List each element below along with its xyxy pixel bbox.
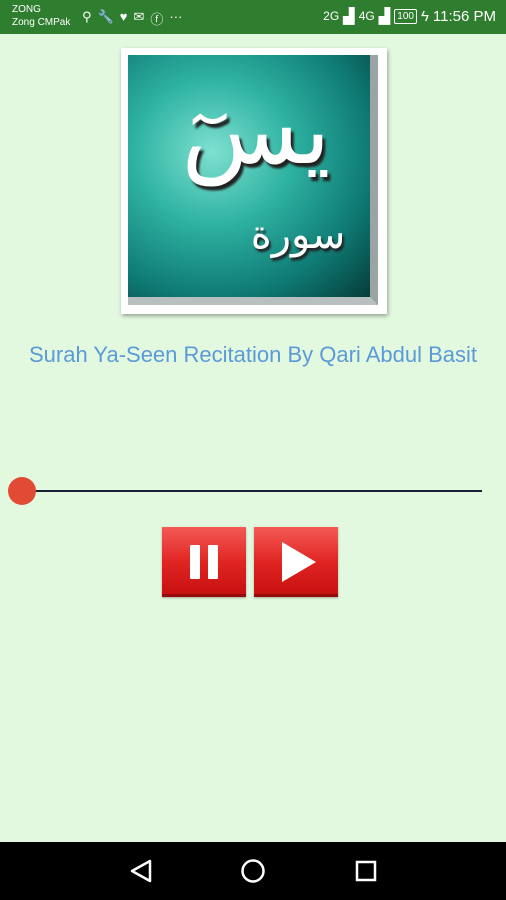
recent-apps-button[interactable]	[351, 856, 381, 886]
seek-bar[interactable]	[8, 476, 486, 506]
facebook-icon: ⓕ	[150, 12, 164, 27]
artwork-calligraphy-surah: سورة	[250, 212, 346, 258]
mail-icon: ✉	[133, 9, 145, 24]
signal-4g-label: 4G	[358, 9, 375, 23]
pause-button[interactable]	[162, 527, 246, 597]
heart-icon: ♥	[119, 9, 128, 24]
navigation-bar	[0, 842, 506, 900]
home-icon	[241, 859, 265, 883]
seek-thumb[interactable]	[8, 477, 36, 505]
back-icon	[130, 859, 152, 883]
more-notifications-icon: ···	[169, 9, 183, 24]
carrier-info: ZONG Zong CMPak	[12, 3, 70, 29]
carrier-name: ZONG	[12, 4, 41, 15]
home-button[interactable]	[238, 856, 268, 886]
wrench-icon: 🔧	[97, 9, 114, 24]
back-button[interactable]	[126, 856, 156, 886]
status-indicators: 2G ▟ 4G ▟ 100 ϟ 11:56 PM	[323, 7, 496, 26]
artwork-calligraphy-yaseen: يسٓ	[181, 74, 331, 186]
clock: 11:56 PM	[432, 7, 496, 25]
artwork-background: يسٓ سورة	[128, 55, 378, 305]
carrier-name-secondary: Zong CMPak	[12, 17, 71, 28]
signal-icon: ▟	[343, 8, 355, 25]
recent-apps-icon	[355, 860, 377, 882]
recitation-title: Surah Ya-Seen Recitation By Qari Abdul B…	[29, 342, 477, 367]
seek-track[interactable]	[22, 490, 482, 492]
player-controls	[162, 527, 338, 597]
signal-2g-label: 2G	[323, 9, 340, 23]
usb-icon: ⚲	[82, 9, 92, 24]
notification-icons: ⚲ 🔧 ♥ ✉ ⓕ ···	[82, 9, 182, 28]
surah-artwork: يسٓ سورة	[121, 48, 387, 314]
play-button[interactable]	[254, 527, 338, 597]
charging-icon: ϟ	[420, 7, 429, 25]
pause-icon	[190, 545, 218, 579]
status-bar: ZONG Zong CMPak ⚲ 🔧 ♥ ✉ ⓕ ··· 2G ▟ 4G ▟ …	[0, 0, 506, 34]
play-icon	[282, 542, 316, 582]
battery-icon: 100	[394, 8, 417, 24]
signal-icon-secondary: ▟	[378, 8, 391, 25]
